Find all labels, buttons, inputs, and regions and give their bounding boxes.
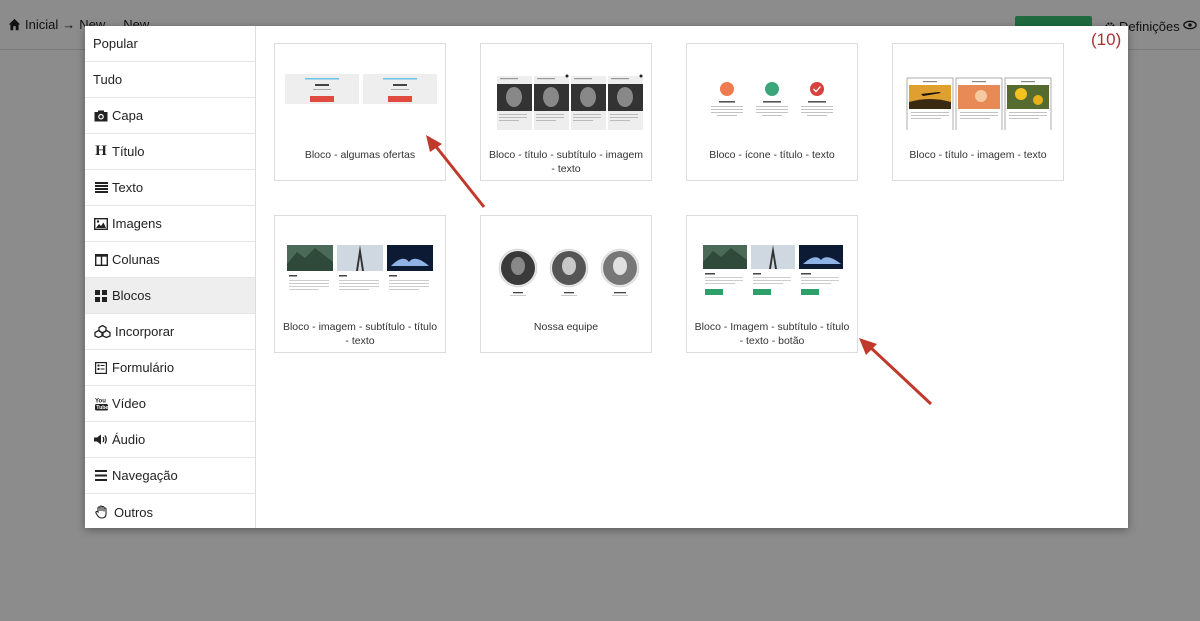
block-card-title-subtitle-image-text[interactable]: Bloco - título - subtítulo - imagem - te… — [480, 43, 652, 181]
sidebar-item-label: Tudo — [93, 72, 123, 87]
photos-preview-thumbnail — [906, 77, 1052, 130]
home-icon — [8, 18, 21, 31]
sidebar-item-label: Áudio — [112, 432, 146, 447]
sidebar-item-popular[interactable]: Popular — [85, 26, 255, 62]
menu-icon — [93, 469, 109, 483]
sidebar-item-audio[interactable]: Áudio — [85, 422, 255, 458]
sidebar-item-imagens[interactable]: Imagens — [85, 206, 255, 242]
sidebar-item-colunas[interactable]: Colunas — [85, 242, 255, 278]
block-card-label: Bloco - ícone - título - texto — [709, 149, 835, 161]
block-card-label: Bloco - título - imagem - texto — [909, 149, 1047, 161]
eye-icon[interactable] — [1183, 20, 1197, 30]
block-card-label: Nossa equipe — [533, 321, 599, 333]
embed-icon — [93, 325, 112, 339]
block-card-icon-title-text[interactable]: Bloco - ícone - título - texto — [686, 43, 858, 181]
offers-preview-thumbnail — [285, 74, 437, 104]
annotation-arrow — [859, 338, 933, 406]
svg-text:You: You — [95, 398, 106, 404]
sidebar-item-label: Formulário — [112, 360, 175, 375]
cities-button-preview-thumbnail — [703, 245, 843, 295]
block-card-label: Bloco - algumas ofertas — [304, 149, 416, 161]
team-preview-thumbnail — [498, 248, 640, 296]
youtube-icon: You Tube — [93, 397, 109, 411]
hand-icon — [93, 505, 111, 519]
sidebar-item-titulo[interactable]: H Título — [85, 134, 255, 170]
heading-icon: H — [95, 143, 107, 159]
block-picker-modal: Popular Tudo Capa H Título Texto Imagens… — [85, 26, 1128, 528]
sidebar-item-label: Popular — [93, 36, 138, 51]
block-card-label: Bloco - título - subtítulo - imagem - te… — [488, 149, 644, 175]
form-icon — [93, 361, 109, 375]
blocks-icon — [93, 289, 109, 303]
camera-icon — [93, 109, 109, 123]
icons-preview-thumbnail — [711, 82, 833, 116]
category-sidebar: Popular Tudo Capa H Título Texto Imagens… — [85, 26, 256, 528]
sidebar-item-label: Texto — [112, 180, 144, 195]
cities-preview-thumbnail — [287, 245, 433, 290]
block-card-team[interactable]: Nossa equipe — [480, 215, 652, 353]
sidebar-item-navegacao[interactable]: Navegação — [85, 458, 255, 494]
image-icon — [93, 217, 109, 231]
columns-icon — [93, 253, 109, 267]
sidebar-item-label: Vídeo — [112, 396, 146, 411]
sidebar-item-label: Título — [112, 144, 145, 159]
sidebar-item-blocos[interactable]: Blocos — [85, 278, 255, 314]
breadcrumb-home[interactable]: Inicial — [25, 17, 58, 32]
sidebar-item-outros[interactable]: Outros — [85, 494, 255, 530]
sidebar-item-texto[interactable]: Texto — [85, 170, 255, 206]
annotation-arrow — [426, 135, 486, 208]
breadcrumb-separator: → — [62, 17, 76, 32]
block-card-label: Bloco - imagem - subtítulo - título - te… — [282, 321, 438, 347]
volume-icon — [93, 433, 109, 447]
sidebar-item-label: Incorporar — [115, 324, 175, 339]
sidebar-item-label: Capa — [112, 108, 144, 123]
sidebar-item-video[interactable]: You Tube Vídeo — [85, 386, 255, 422]
block-card-image-subtitle-title-text-button[interactable]: Bloco - Imagem - subtítulo - título - te… — [686, 215, 858, 353]
sidebar-item-incorporar[interactable]: Incorporar — [85, 314, 255, 350]
block-card-title-image-text[interactable]: Bloco - título - imagem - texto — [892, 43, 1064, 181]
sidebar-item-label: Imagens — [112, 216, 162, 231]
block-card-image-subtitle-title-text[interactable]: Bloco - imagem - subtítulo - título - te… — [274, 215, 446, 353]
block-card-label: Bloco - Imagem - subtítulo - título - te… — [694, 321, 850, 347]
sidebar-item-label: Blocos — [112, 288, 152, 303]
settings-label: Definições — [1119, 19, 1180, 34]
svg-text:Tube: Tube — [96, 405, 108, 411]
sidebar-item-label: Outros — [114, 504, 154, 520]
portraits-preview-thumbnail — [497, 74, 643, 130]
sidebar-item-formulario[interactable]: Formulário — [85, 350, 255, 386]
sidebar-item-tudo[interactable]: Tudo — [85, 62, 255, 98]
sidebar-item-capa[interactable]: Capa — [85, 98, 255, 134]
selection-counter: (10) — [1091, 30, 1122, 49]
text-lines-icon — [93, 181, 109, 195]
sidebar-item-label: Navegação — [112, 468, 178, 483]
sidebar-item-label: Colunas — [112, 252, 160, 267]
